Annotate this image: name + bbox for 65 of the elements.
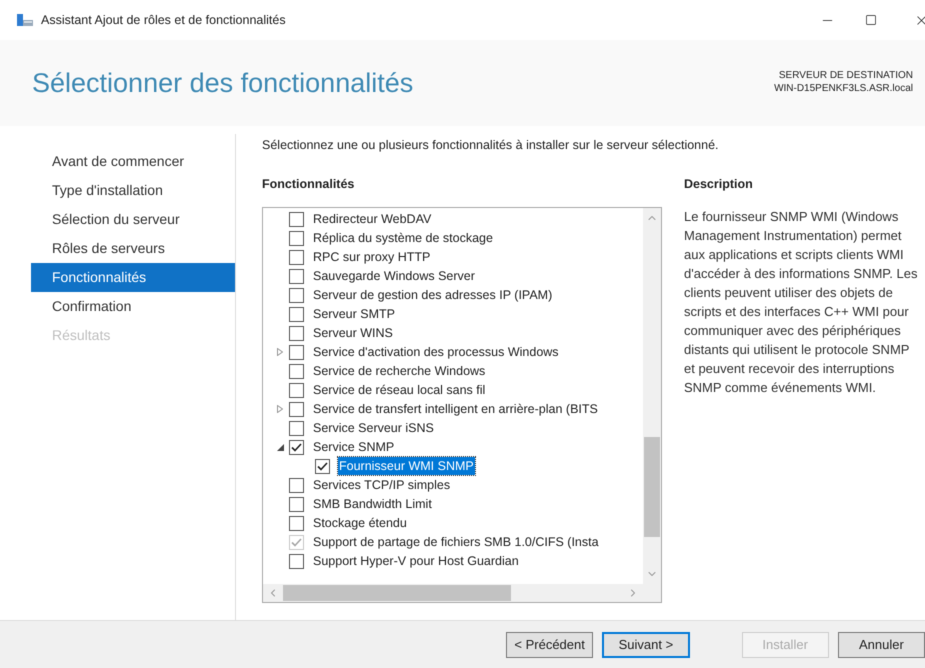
feature-label[interactable]: Services TCP/IP simples [312,476,452,494]
wizard-button[interactable]: < Précédent [506,632,594,658]
feature-label[interactable]: Sauvegarde Windows Server [312,266,476,286]
wizard-step[interactable]: Fonctionnalités [31,263,235,292]
destination-label: SERVEUR DE DESTINATION [778,69,913,82]
feature-label[interactable]: Fournisseur WMI SNMP [338,456,475,476]
checkbox[interactable] [289,478,304,492]
feature-label[interactable]: Service de recherche Windows [312,362,486,380]
scrollbar-thumb[interactable] [283,584,511,600]
horizontal-scrollbar[interactable] [263,584,661,602]
checkbox[interactable] [289,344,304,360]
checkbox[interactable] [289,402,304,416]
feature-label[interactable]: Stockage étendu [312,514,408,532]
feature-label[interactable]: Serveur SMTP [312,304,396,324]
feature-label[interactable]: Réplica du système de stockage [312,228,494,248]
maximize-icon[interactable] [865,14,877,26]
checkbox[interactable] [289,420,304,436]
wizard-step[interactable]: Avant de commencer [31,147,235,176]
checkbox[interactable] [289,212,304,226]
checkmark-icon [291,442,302,452]
checkbox[interactable] [289,326,304,340]
collapse-arrow-icon[interactable] [276,444,284,450]
page-title: Sélectionner des fonctionnalités [32,70,414,97]
features-heading: Fonctionnalités [262,176,356,193]
description-text: Le fournisseur SNMP WMI (Windows Management Instrumentation) permet aux applications et scripts clients WMI d'accéder à des informations SNMP. Les clients peuvent utiliser des objets de scripts et des interfaces C++ WMI pour communiquer avec des périphériques distants qui utilisent le protocole SNMP et peuvent recevoir des interruptions SNMP comme événements WMI. [684,208,918,396]
feature-label[interactable]: Redirecteur WebDAV [312,210,432,228]
checkbox[interactable] [289,382,304,398]
vertical-scrollbar[interactable] [643,208,661,584]
window-title: Assistant Ajout de rôles et de fonctionnalités [41,12,286,29]
checkbox[interactable] [289,230,304,246]
scrollbar-thumb[interactable] [644,436,660,536]
description-heading: Description [684,176,754,193]
destination-server: WIN-D15PENKF3LS.ASR.local [774,82,913,95]
expand-arrow-icon[interactable] [277,405,283,413]
wizard-step[interactable]: Type d'installation [31,176,235,205]
feature-label[interactable]: Serveur WINS [312,324,394,342]
server-wizard-icon [16,12,34,28]
feature-label[interactable]: Service d'activation des processus Windows [312,342,560,362]
wizard-step[interactable]: Sélection du serveur [31,205,235,234]
checkbox[interactable] [289,288,304,302]
checkbox[interactable] [289,364,304,378]
feature-label[interactable]: RPC sur proxy HTTP [312,248,432,266]
feature-label[interactable]: Service Serveur iSNS [312,418,435,438]
wizard-button[interactable]: Annuler [838,632,925,658]
checkbox[interactable] [289,516,304,530]
wizard-button[interactable]: Suivant > [602,632,690,658]
feature-label[interactable]: Support Hyper-V pour Host Guardian [312,552,520,570]
feature-label[interactable]: Service de transfert intelligent en arrière-plan (BITS [312,400,599,418]
expand-arrow-icon[interactable] [277,348,283,356]
checkbox[interactable] [289,440,304,454]
wizard-step[interactable]: Rôles de serveurs [31,234,235,263]
checkbox[interactable] [289,496,304,512]
wizard-step[interactable]: Confirmation [31,292,235,321]
checkbox[interactable] [289,250,304,264]
checkbox[interactable] [289,268,304,284]
checkbox[interactable] [315,458,330,474]
checkmark-icon [291,538,302,546]
feature-label[interactable]: Service SNMP [312,438,396,456]
instruction-text: Sélectionnez une ou plusieurs fonctionnalités à installer sur le serveur sélectionné. [262,137,720,154]
checkbox[interactable] [289,306,304,322]
feature-label[interactable]: SMB Bandwidth Limit [312,494,433,514]
feature-label[interactable]: Service de réseau local sans fil [312,380,486,400]
feature-label[interactable]: Serveur de gestion des adresses IP (IPAM) [312,286,554,304]
checkmark-icon [317,462,328,470]
checkbox[interactable] [289,554,304,568]
